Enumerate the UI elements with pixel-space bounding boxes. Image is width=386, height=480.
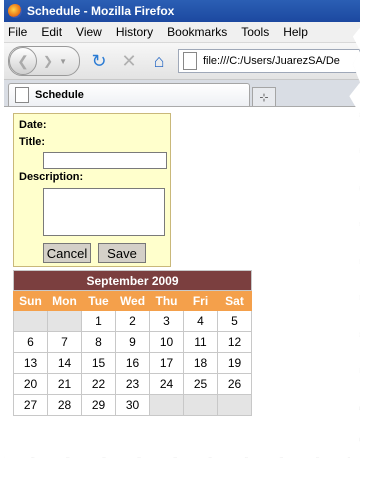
back-button[interactable]: ❮ [9,47,37,75]
weekday-sat: Sat [217,290,252,311]
calendar-day-cell[interactable]: 1 [81,310,116,332]
menu-bookmarks[interactable]: Bookmarks [167,25,227,39]
weekday-thu: Thu [149,290,184,311]
title-label: Title: [19,136,46,148]
tab-schedule[interactable]: Schedule [8,83,250,106]
menu-bar: File Edit View History Bookmarks Tools H… [4,22,360,43]
menu-tools[interactable]: Tools [241,25,269,39]
window-title: Schedule - Mozilla Firefox [27,4,175,18]
calendar-day-cell[interactable]: 21 [47,373,82,395]
save-button[interactable]: Save [98,243,146,263]
calendar-day-cell[interactable]: 16 [115,352,150,374]
calendar-day-cell[interactable]: 17 [149,352,184,374]
home-button[interactable]: ⌂ [148,50,170,72]
calendar-day-cell[interactable]: 22 [81,373,116,395]
new-tab-icon: ⊹ [259,91,269,104]
calendar-day-cell[interactable]: 8 [81,331,116,353]
stop-icon: ✕ [121,50,137,71]
new-tab-button[interactable]: ⊹ [252,87,276,106]
calendar-day-cell[interactable]: 18 [183,352,218,374]
tab-label: Schedule [35,89,84,101]
back-arrow-icon: ❮ [17,52,29,69]
date-label: Date: [19,119,47,131]
page-icon [183,52,197,70]
tab-bar: Schedule ⊹ [4,80,360,107]
calendar-week-row: 20 21 22 23 24 25 26 [13,373,252,395]
menu-edit[interactable]: Edit [41,25,62,39]
description-textarea[interactable] [43,188,165,236]
calendar-week-row: 6 7 8 9 10 11 12 [13,331,252,353]
firefox-logo-icon [8,4,22,18]
history-dropdown-icon[interactable]: ▼ [59,57,67,66]
menu-history[interactable]: History [116,25,153,39]
calendar-day-cell[interactable]: 23 [115,373,150,395]
calendar-day-cell[interactable]: 12 [217,331,252,353]
weekday-tue: Tue [81,290,116,311]
calendar-day-cell[interactable]: 14 [47,352,82,374]
calendar-week-row: 13 14 15 16 17 18 19 [13,352,252,374]
menu-file[interactable]: File [8,25,27,39]
calendar-empty-cell [149,394,184,416]
calendar: September 2009 Sun Mon Tue Wed Thu Fri S… [13,270,252,416]
cancel-button[interactable]: Cancel [43,243,91,263]
calendar-weekday-row: Sun Mon Tue Wed Thu Fri Sat [13,290,252,311]
calendar-day-cell[interactable]: 9 [115,331,150,353]
calendar-day-cell[interactable]: 13 [13,352,48,374]
calendar-day-cell[interactable]: 19 [217,352,252,374]
reload-icon: ↻ [91,50,107,71]
calendar-empty-cell [183,394,218,416]
browser-screenshot: Schedule - Mozilla Firefox File Edit Vie… [4,0,360,458]
calendar-week-row: 27 28 29 30 [13,394,252,416]
calendar-day-cell[interactable]: 10 [149,331,184,353]
calendar-day-cell[interactable]: 2 [115,310,150,332]
calendar-month-header: September 2009 [13,270,252,291]
calendar-day-cell[interactable]: 5 [217,310,252,332]
calendar-day-cell[interactable]: 27 [13,394,48,416]
calendar-day-cell[interactable]: 7 [47,331,82,353]
calendar-day-cell[interactable]: 6 [13,331,48,353]
weekday-sun: Sun [13,290,48,311]
back-forward-group: ❮ ❯ ▼ [8,46,80,76]
event-form: Date: Title: Description: Cancel Save [13,113,171,267]
calendar-day-cell[interactable]: 25 [183,373,218,395]
weekday-mon: Mon [47,290,82,311]
reload-button[interactable]: ↻ [88,50,110,72]
calendar-day-cell[interactable]: 29 [81,394,116,416]
home-icon: ⌂ [153,50,165,71]
menu-view[interactable]: View [76,25,102,39]
title-bar: Schedule - Mozilla Firefox [4,0,360,22]
calendar-day-cell[interactable]: 4 [183,310,218,332]
calendar-week-row: 1 2 3 4 5 [13,310,252,332]
url-input[interactable] [200,54,359,68]
calendar-day-cell[interactable]: 24 [149,373,184,395]
navigation-bar: ❮ ❯ ▼ ↻ ✕ ⌂ [4,43,360,80]
calendar-empty-cell [47,310,82,332]
calendar-day-cell[interactable]: 28 [47,394,82,416]
description-label: Description: [19,171,84,183]
stop-button[interactable]: ✕ [118,50,140,72]
title-input[interactable] [43,152,167,169]
calendar-day-cell[interactable]: 11 [183,331,218,353]
calendar-day-cell[interactable]: 3 [149,310,184,332]
url-bar[interactable] [178,49,360,73]
calendar-day-cell[interactable]: 26 [217,373,252,395]
calendar-empty-cell [13,310,48,332]
weekday-fri: Fri [183,290,218,311]
page-content: Date: Title: Description: Cancel Save Se… [4,107,360,416]
calendar-day-cell[interactable]: 30 [115,394,150,416]
calendar-day-cell[interactable]: 15 [81,352,116,374]
page-icon [15,87,29,103]
forward-button[interactable]: ❯ [43,54,53,68]
menu-help[interactable]: Help [283,25,308,39]
calendar-empty-cell [217,394,252,416]
calendar-day-cell[interactable]: 20 [13,373,48,395]
weekday-wed: Wed [115,290,150,311]
